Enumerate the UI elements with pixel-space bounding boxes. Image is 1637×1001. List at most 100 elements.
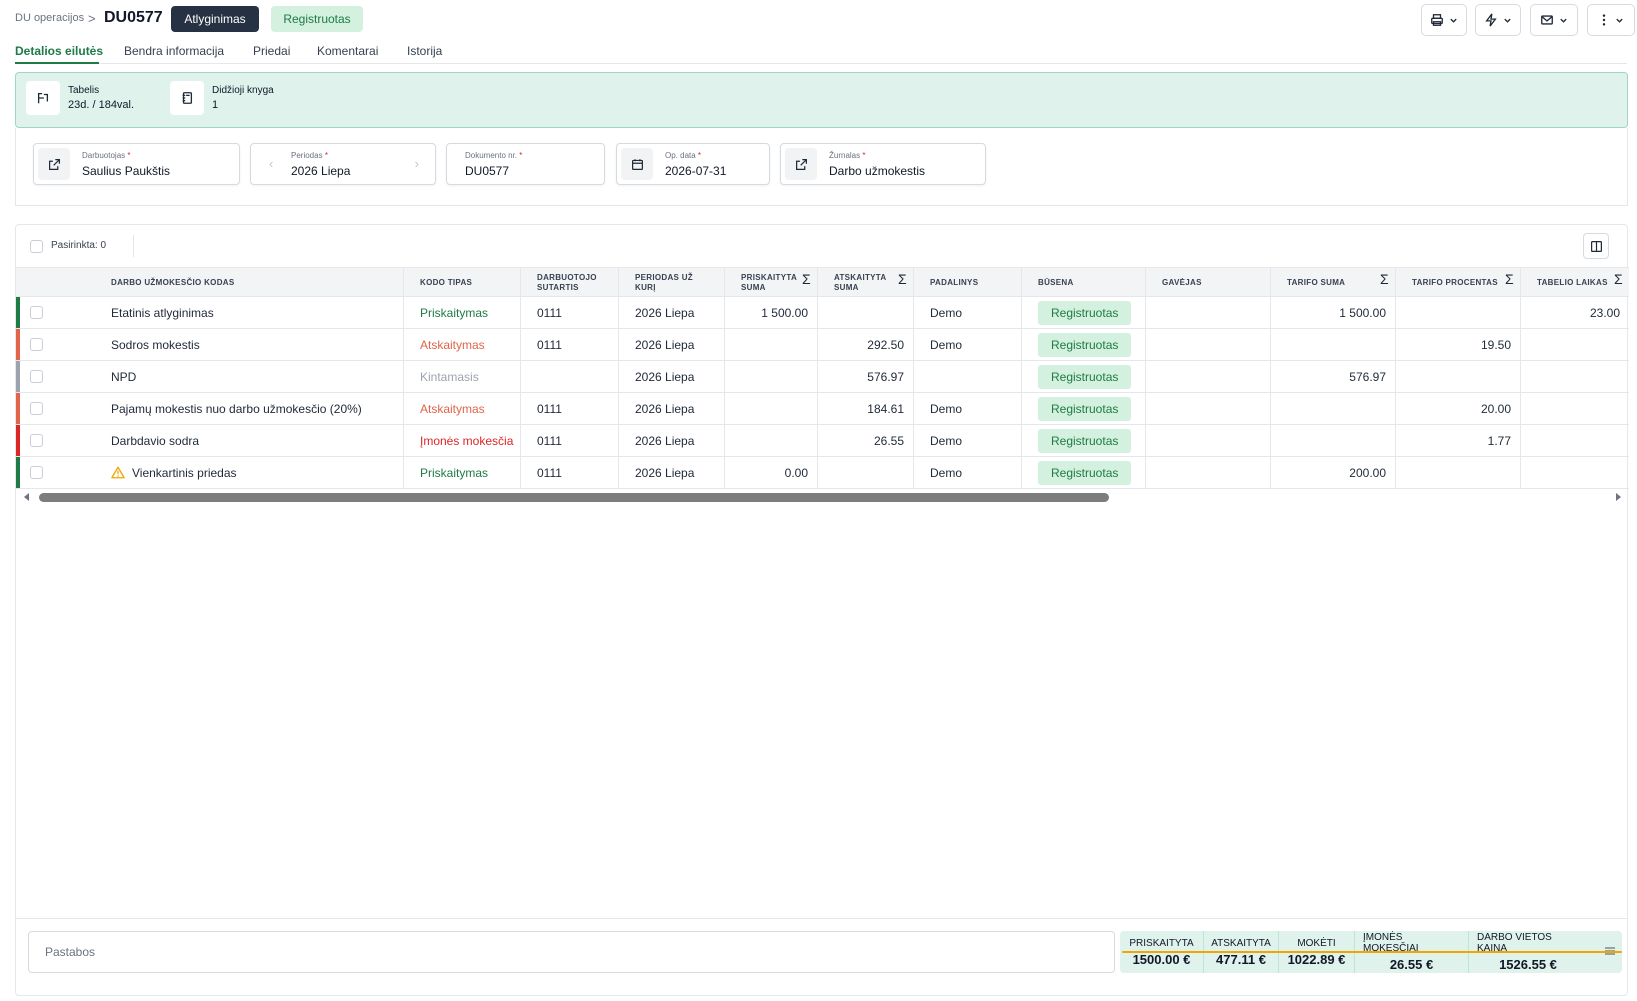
tab-general-info[interactable]: Bendra informacija — [124, 44, 224, 58]
cell-deducted[interactable]: 576.97 — [818, 361, 914, 392]
cell-recipient[interactable] — [1146, 361, 1271, 392]
cell-rate-pct[interactable]: 20.00 — [1396, 393, 1521, 424]
cell-code[interactable]: Darbdavio sodra — [95, 425, 404, 456]
cell-code[interactable]: Etatinis atlyginimas — [95, 297, 404, 328]
cell-recipient[interactable] — [1146, 329, 1271, 360]
scroll-right-icon[interactable] — [1613, 492, 1623, 502]
cell-dept[interactable]: Demo — [914, 457, 1022, 488]
mail-button[interactable] — [1530, 4, 1578, 36]
cell-dept[interactable]: Demo — [914, 329, 1022, 360]
cell-rate-sum[interactable]: 200.00 — [1271, 457, 1396, 488]
cell-contract[interactable]: 0111 — [521, 457, 619, 488]
cell-type[interactable]: Atskaitymas — [404, 329, 521, 360]
cell-status[interactable]: Registruotas — [1022, 329, 1146, 360]
chevron-right-icon[interactable]: › — [415, 156, 419, 171]
column-header[interactable]: GAVĖJAS — [1146, 268, 1271, 297]
cell-contract[interactable]: 0111 — [521, 425, 619, 456]
column-header[interactable]: DARBO UŽMOKESČIO KODAS — [95, 268, 404, 297]
cell-type[interactable]: Atskaitymas — [404, 393, 521, 424]
cell-rate-pct[interactable] — [1396, 297, 1521, 328]
select-all-checkbox[interactable] — [30, 240, 43, 253]
cell-time[interactable] — [1521, 425, 1629, 456]
cell-period[interactable]: 2026 Liepa — [619, 361, 725, 392]
column-header[interactable]: DARBUOTOJO SUTARTIS — [521, 268, 619, 297]
cell-dept[interactable]: Demo — [914, 425, 1022, 456]
cell-code[interactable]: Vienkartinis priedas — [95, 457, 404, 488]
row-checkbox[interactable] — [30, 466, 43, 479]
cell-recipient[interactable] — [1146, 425, 1271, 456]
cell-contract[interactable] — [521, 361, 619, 392]
sum-icon[interactable]: Σ — [1614, 272, 1623, 286]
chevron-left-icon[interactable]: ‹ — [269, 156, 273, 171]
sum-icon[interactable]: Σ — [802, 272, 811, 286]
row-checkbox[interactable] — [30, 370, 43, 383]
table-row[interactable]: Sodros mokestis Atskaitymas 0111 2026 Liepa… — [16, 329, 1629, 361]
cell-period[interactable]: 2026 Liepa — [619, 393, 725, 424]
table-row[interactable]: Pajamų mokestis nuo darbo užmokesčio (20… — [16, 393, 1629, 425]
cell-time[interactable] — [1521, 329, 1629, 360]
cell-deducted[interactable]: 26.55 — [818, 425, 914, 456]
cell-rate-sum[interactable] — [1271, 425, 1396, 456]
cell-status[interactable]: Registruotas — [1022, 297, 1146, 328]
tab-attachments[interactable]: Priedai — [253, 44, 290, 58]
cell-dept[interactable]: Demo — [914, 297, 1022, 328]
cell-rate-sum[interactable] — [1271, 329, 1396, 360]
cell-rate-pct[interactable]: 1.77 — [1396, 425, 1521, 456]
period-field[interactable]: ‹ Periodas * 2026 Liepa › — [250, 143, 436, 185]
column-header[interactable]: BŪSENA — [1022, 268, 1146, 297]
cell-status[interactable]: Registruotas — [1022, 457, 1146, 488]
table-row[interactable]: Vienkartinis priedas Priskaitymas 0111 2026… — [16, 457, 1629, 489]
row-checkbox[interactable] — [30, 434, 43, 447]
cell-deducted[interactable]: 184.61 — [818, 393, 914, 424]
cell-type[interactable]: Kintamasis — [404, 361, 521, 392]
cell-type[interactable]: Priskaitymas — [404, 297, 521, 328]
operation-date-field[interactable]: Op. data * 2026-07-31 — [616, 143, 770, 185]
cell-contract[interactable]: 0111 — [521, 393, 619, 424]
column-header[interactable]: PADALINYS — [914, 268, 1022, 297]
cell-rate-pct[interactable] — [1396, 361, 1521, 392]
cell-period[interactable]: 2026 Liepa — [619, 457, 725, 488]
cell-contract[interactable]: 0111 — [521, 329, 619, 360]
cell-type[interactable]: Priskaitymas — [404, 457, 521, 488]
horizontal-scrollbar[interactable] — [16, 489, 1629, 505]
print-button[interactable] — [1421, 4, 1467, 36]
breadcrumb-parent[interactable]: DU operacijos — [15, 12, 84, 24]
row-checkbox[interactable] — [30, 402, 43, 415]
row-checkbox[interactable] — [30, 306, 43, 319]
cell-accrued[interactable] — [725, 361, 818, 392]
cell-period[interactable]: 2026 Liepa — [619, 297, 725, 328]
document-number-field[interactable]: Dokumento nr. * DU0577 — [446, 143, 605, 185]
cell-time[interactable]: 23.00 — [1521, 297, 1629, 328]
cell-accrued[interactable]: 0.00 — [725, 457, 818, 488]
cell-accrued[interactable] — [725, 393, 818, 424]
cell-contract[interactable]: 0111 — [521, 297, 619, 328]
cell-code[interactable]: Sodros mokestis — [95, 329, 404, 360]
cell-rate-sum[interactable]: 1 500.00 — [1271, 297, 1396, 328]
notes-field[interactable]: Pastabos — [28, 931, 1115, 973]
column-header[interactable]: TARIFO PROCENTAS Σ — [1396, 268, 1521, 297]
journal-field[interactable]: Žurnalas * Darbo užmokestis — [780, 143, 986, 185]
timesheet-info[interactable]: Tabelis 23d. / 184val. — [26, 81, 134, 115]
more-button[interactable] — [1587, 4, 1635, 36]
cell-recipient[interactable] — [1146, 297, 1271, 328]
cell-code[interactable]: Pajamų mokestis nuo darbo užmokesčio (20… — [95, 393, 404, 424]
cell-code[interactable]: NPD — [95, 361, 404, 392]
table-row[interactable]: Darbdavio sodra Įmonės mokesčia 0111 2026 L… — [16, 425, 1629, 457]
column-settings-button[interactable] — [1583, 233, 1609, 259]
cell-status[interactable]: Registruotas — [1022, 425, 1146, 456]
scroll-left-icon[interactable] — [22, 492, 32, 502]
row-checkbox[interactable] — [30, 338, 43, 351]
cell-deducted[interactable] — [818, 297, 914, 328]
column-header[interactable]: PRISKAITYTA SUMA Σ — [725, 268, 818, 297]
table-row[interactable]: NPD Kintamasis 2026 Liepa 576.97 Registruota… — [16, 361, 1629, 393]
column-header[interactable]: TABELIO LAIKAS Σ — [1521, 268, 1629, 297]
cell-time[interactable] — [1521, 393, 1629, 424]
cell-rate-pct[interactable] — [1396, 457, 1521, 488]
cell-recipient[interactable] — [1146, 393, 1271, 424]
ledger-info[interactable]: Didžioji knyga 1 — [170, 81, 274, 115]
column-header[interactable]: ATSKAITYTA SUMA Σ — [818, 268, 914, 297]
sum-icon[interactable]: Σ — [1505, 272, 1514, 286]
cell-time[interactable] — [1521, 361, 1629, 392]
column-header[interactable]: TARIFO SUMA Σ — [1271, 268, 1396, 297]
actions-button[interactable] — [1475, 4, 1521, 36]
